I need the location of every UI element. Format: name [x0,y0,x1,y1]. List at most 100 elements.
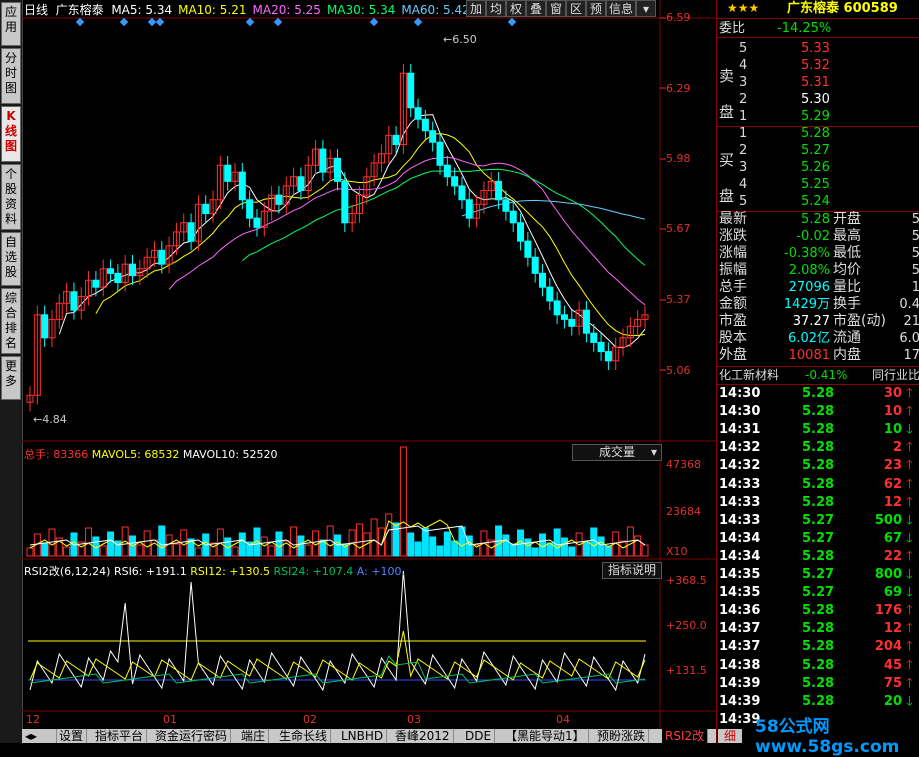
quote-stat-row: 外盘 10081 内盘 17 [717,347,919,364]
stat-value: 1429万 [783,297,830,312]
tick-row: 14:33 5.27 500 🡓 [717,512,919,529]
tick-time: 14:35 [719,567,761,582]
volume-axis-label: 47368 [666,458,701,471]
x-axis-label: 03 [407,713,421,726]
rsi24-value: RSI24: +107.4 [273,565,354,578]
tick-price: 5.28 [802,621,835,637]
sell-level-row[interactable]: 3 5.31 [717,74,919,91]
tick-time: 14:33 [719,476,761,492]
toolbar-range-button[interactable]: 区 [566,0,586,17]
indicator-explain-button[interactable]: 指标说明 [602,562,662,579]
tick-volume: 22 [883,548,902,564]
event-marker-icon [155,17,165,27]
tick-price: 5.28 [802,494,835,510]
volume-bar [597,536,605,557]
volume-bar [99,545,107,557]
volume-bar [560,537,568,557]
stock-name: 广东榕泰 [55,3,104,17]
tick-price: 5.28 [802,458,835,474]
toolbar-add-button[interactable]: 加 [466,0,486,17]
tick-time: 14:31 [719,422,761,438]
volume-indicator-dropdown[interactable]: 成交量 ▾ [572,444,662,461]
candle-body [319,148,327,173]
kline-chart[interactable] [0,0,716,729]
arrow-up-icon: 🡑 [906,494,913,510]
tick-time: 14:33 [719,512,761,528]
tab-life-line[interactable]: 生命长线 [276,729,332,743]
sell-level-row[interactable]: 5 5.33 [717,40,919,57]
price-axis-label: 5.37 [666,293,691,306]
period-label: 日线 [24,3,49,17]
toolbar-menu-button[interactable]: ▾ [636,0,656,17]
toolbar-rights-button[interactable]: 权 [506,0,526,17]
header-toolbar: 加 均 权 叠 窗 区 预 信息 ▾ [466,0,666,18]
chevron-down-icon: ▾ [650,445,657,459]
volume-bar [429,536,437,557]
tick-time: 14:32 [719,440,761,456]
buy-level-row[interactable]: 2 5.27 [717,142,919,159]
toolbar-average-button[interactable]: 均 [486,0,506,17]
stat-label: 金额 [719,296,747,312]
buy-level-row[interactable]: 3 5.26 [717,159,919,176]
toolbar-forecast-button[interactable]: 预 [586,0,606,17]
tab-forecast[interactable]: 预盼涨跌 [594,729,650,743]
volume-bar [194,547,202,557]
tab-duanzhuang[interactable]: 端庄 [238,729,270,743]
tab-xiangfeng[interactable]: 香峰2012 [392,729,454,743]
tick-volume: 204 [874,639,902,655]
buy-level-row[interactable]: 1 5.28 [717,125,919,142]
tick-row: 14:37 5.28 12 🡑 [717,620,919,637]
candle-body [539,272,546,288]
peer-compare-button[interactable]: 同行业比 [872,367,919,384]
ma-legend-item: MA10: 5.21 [178,3,247,17]
chart-header: 日线 广东榕泰 MA5: 5.34 MA10: 5.21 MA20: 5.25 MA3… [24,1,476,18]
sell-level-row[interactable]: 2 5.30 [717,91,919,108]
sell-level-row[interactable]: 4 5.32 [717,57,919,74]
buy-level-row[interactable]: 4 5.25 [717,176,919,193]
level-number: 5 [739,41,748,56]
candle-body [253,217,261,228]
stat-label: 涨幅 [719,245,747,261]
ma-legend-item: MA5: 5.34 [111,3,173,17]
tick-time: 14:30 [719,404,761,420]
tab-heineng[interactable]: 【黑能导动1】 [502,729,589,743]
toolbar-info-button[interactable]: 信息 [606,0,636,17]
volume-bar [150,539,158,557]
volume-bar [85,527,93,557]
level-number: 3 [739,75,748,90]
stat-value-2: 5 [911,229,919,244]
buy-level-row[interactable]: 5 5.24 [717,193,919,210]
arrow-up-icon: 🡑 [906,404,913,420]
tab-dde[interactable]: DDE [462,729,496,743]
tick-time: 14:39 [719,693,761,709]
quote-stat-row: 涨跌 -0.02 最高 5 [717,228,919,245]
volume-bar [268,545,276,557]
volume-bar [355,523,363,557]
volume-bar [158,525,166,557]
moving-average-line [95,132,646,336]
tab-indicator-platform[interactable]: 指标平台 [92,729,148,743]
volume-bar [209,542,217,557]
tab-rsi2[interactable]: RSI2改 [662,729,709,743]
volume-bar [304,544,312,557]
level-price: 5.33 [801,41,830,56]
toolbar-overlay-button[interactable]: 叠 [526,0,546,17]
scroll-arrows[interactable]: ◂▸ [22,729,57,743]
candle-body [531,256,539,274]
tick-time: 14:34 [719,548,761,564]
detail-tab[interactable]: 细 [718,729,742,743]
tab-lnbhd[interactable]: LNBHD [338,729,388,743]
stat-value-2: 5 [911,212,919,227]
tick-price: 5.27 [802,567,835,582]
tab-settings[interactable]: 设置 [56,729,88,743]
sector-row[interactable]: 化工新材料 -0.41% 同行业比 [717,366,919,385]
stat-value-2: 17 [903,348,919,363]
sell-level-row[interactable]: 1 5.29 [717,108,919,125]
volume-bar [443,531,451,557]
level-price: 5.30 [801,92,830,107]
tab-capital-code[interactable]: 资金运行密码 [152,729,232,743]
tick-volume: 176 [874,603,902,619]
stat-label-2: 流通 [833,330,861,346]
toolbar-window-button[interactable]: 窗 [546,0,566,17]
stat-value: 6.02亿 [788,331,830,346]
